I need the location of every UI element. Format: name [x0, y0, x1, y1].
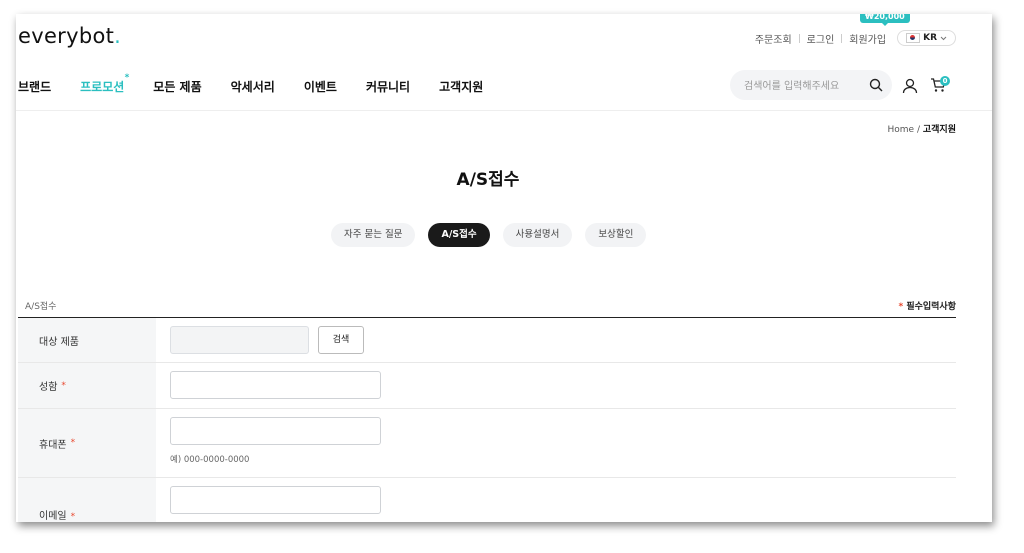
- promo-badge: ₩20,000: [860, 14, 910, 26]
- required-note: * 필수입력사항: [898, 299, 956, 312]
- field-label: 이메일 *: [18, 478, 156, 522]
- form-row-phone: 휴대폰 * 예) 000-0000-0000: [18, 409, 956, 478]
- order-check-link[interactable]: 주문조회: [748, 31, 799, 46]
- login-link[interactable]: 로그인: [800, 31, 842, 46]
- phone-input[interactable]: [170, 417, 381, 445]
- top-links: 주문조회 로그인 회원가입 KR: [748, 30, 956, 46]
- nav-support[interactable]: 고객지원: [439, 78, 483, 95]
- browser-frame: everybot. ₩20,000 주문조회 로그인 회원가입 KR 브랜드 프…: [16, 14, 992, 522]
- field-cell: 검색: [156, 318, 956, 362]
- nav-promotion-label: 프로모션: [80, 80, 125, 94]
- product-input: [170, 326, 309, 354]
- tab-faq[interactable]: 자주 묻는 질문: [331, 223, 416, 247]
- tab-as-request[interactable]: A/S접수: [428, 223, 490, 247]
- required-star: *: [70, 512, 76, 522]
- user-icon[interactable]: [902, 78, 918, 94]
- chevron-down-icon: [940, 36, 947, 40]
- as-request-form: 대상 제품 검색 성함 * 휴대폰 * 예) 000-0000-0000 이메일 *: [18, 317, 956, 522]
- product-label: 대상 제품: [39, 336, 79, 348]
- tab-trade-in[interactable]: 보상할인: [585, 223, 647, 247]
- section-title: A/S접수: [25, 302, 57, 312]
- tab-manual[interactable]: 사용설명서: [502, 223, 573, 247]
- nav-all-products[interactable]: 모든 제품: [153, 78, 201, 95]
- page-title: A/S접수: [456, 170, 520, 190]
- signup-link[interactable]: 회원가입: [842, 31, 893, 46]
- nav-brand[interactable]: 브랜드: [18, 78, 51, 95]
- language-label: KR: [923, 33, 937, 43]
- form-row-product: 대상 제품 검색: [18, 318, 956, 363]
- logo-text: everybot: [18, 24, 115, 48]
- breadcrumb-home[interactable]: Home: [888, 125, 915, 135]
- required-star: *: [898, 302, 904, 312]
- field-cell: [156, 478, 956, 522]
- tab-bar: 자주 묻는 질문 A/S접수 사용설명서 보상할인: [331, 223, 647, 247]
- breadcrumb-separator: /: [916, 125, 920, 135]
- nav-promotion[interactable]: 프로모션 *: [80, 73, 129, 95]
- name-label: 성함: [39, 382, 58, 393]
- name-input[interactable]: [170, 371, 381, 399]
- form-row-name: 성함 *: [18, 363, 956, 409]
- nav-events[interactable]: 이벤트: [304, 78, 337, 95]
- logo-dot: .: [114, 24, 122, 48]
- korea-flag-icon: [906, 33, 921, 43]
- form-row-email: 이메일 *: [18, 478, 956, 522]
- email-input[interactable]: [170, 486, 381, 514]
- required-note-text: 필수입력사항: [906, 302, 956, 312]
- email-label: 이메일: [39, 511, 67, 522]
- main-nav: 브랜드 프로모션 * 모든 제품 악세서리 이벤트 커뮤니티 고객지원: [18, 73, 512, 95]
- required-star: *: [61, 380, 66, 391]
- field-cell: 예) 000-0000-0000: [156, 409, 956, 477]
- nav-accessories[interactable]: 악세서리: [231, 78, 275, 95]
- phone-format-hint: 예) 000-0000-0000: [170, 455, 250, 465]
- breadcrumb-current: 고객지원: [922, 125, 956, 135]
- new-marker: *: [124, 73, 130, 83]
- nav-community[interactable]: 커뮤니티: [366, 78, 410, 95]
- field-label: 성함 *: [18, 363, 156, 408]
- cart-count-badge: 0: [940, 76, 950, 86]
- field-label: 대상 제품: [18, 318, 156, 362]
- field-label: 휴대폰 *: [18, 409, 156, 477]
- search-input[interactable]: [742, 70, 866, 102]
- phone-label: 휴대폰: [39, 439, 67, 451]
- field-cell: [156, 363, 956, 408]
- breadcrumb: Home / 고객지원: [888, 122, 957, 135]
- search-box: [730, 70, 892, 102]
- product-search-button[interactable]: 검색: [318, 326, 364, 354]
- search-icon[interactable]: [869, 78, 883, 92]
- language-selector[interactable]: KR: [897, 30, 956, 46]
- header-divider: [16, 110, 992, 111]
- logo[interactable]: everybot.: [18, 24, 121, 48]
- required-star: *: [70, 438, 76, 448]
